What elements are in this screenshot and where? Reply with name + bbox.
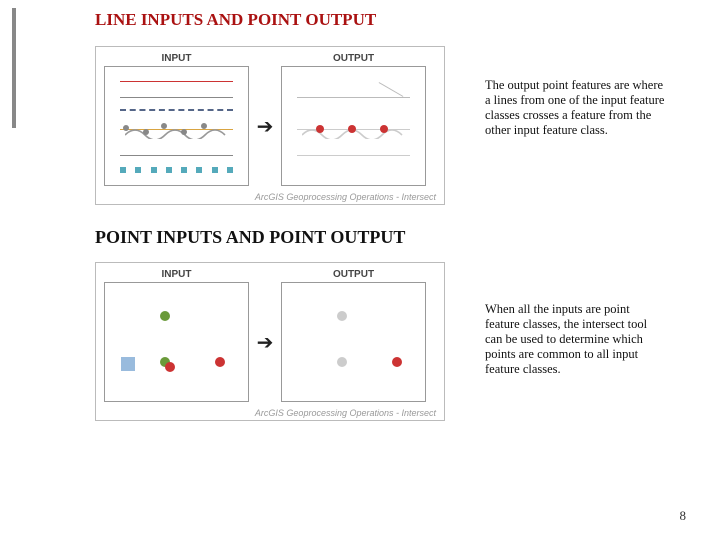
arrow-icon: ➔ — [249, 114, 281, 139]
arrow-icon-2: ➔ — [249, 330, 281, 355]
section1-desc: The output point features are where a li… — [455, 46, 665, 138]
page-number: 8 — [680, 508, 687, 524]
figure1-caption: ArcGIS Geoprocessing Operations - Inters… — [104, 192, 436, 202]
label-output: OUTPUT — [281, 53, 426, 64]
label-input: INPUT — [104, 53, 249, 64]
output-panel-1 — [281, 66, 426, 186]
label-input2: INPUT — [104, 269, 249, 280]
figure-point-inputs: INPUT OUTPUT ➔ — [95, 262, 455, 421]
input-panel-1 — [104, 66, 249, 186]
label-output2: OUTPUT — [281, 269, 426, 280]
section2-desc: When all the inputs are point feature cl… — [455, 262, 665, 377]
college-logo: CENTENNIAL COLLEGE — [12, 8, 34, 146]
figure-line-inputs: INPUT OUTPUT — [95, 46, 455, 205]
figure2-caption: ArcGIS Geoprocessing Operations - Inters… — [104, 408, 436, 418]
section1-heading: LINE INPUTS AND POINT OUTPUT — [95, 10, 695, 30]
input-panel-2 — [104, 282, 249, 402]
output-panel-2 — [281, 282, 426, 402]
section2-heading: POINT INPUTS AND POINT OUTPUT — [95, 227, 695, 248]
